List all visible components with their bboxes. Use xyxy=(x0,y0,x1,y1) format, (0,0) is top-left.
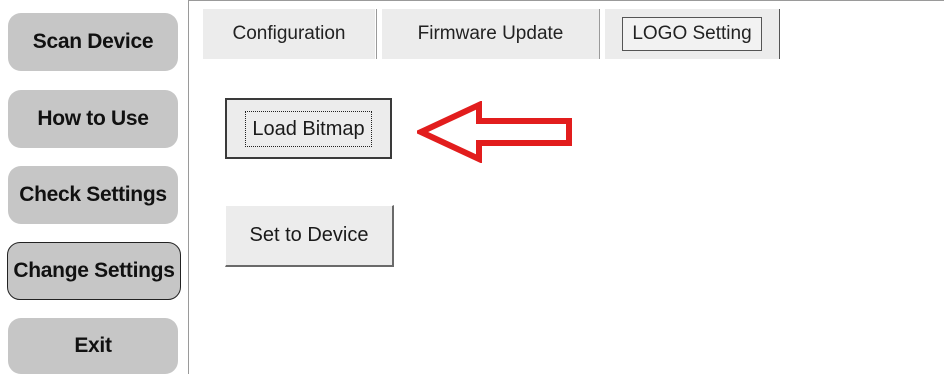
scan-device-label: Scan Device xyxy=(32,30,154,53)
tab-divider xyxy=(779,9,780,59)
exit-button[interactable]: Exit xyxy=(8,318,178,374)
set-to-device-label: Set to Device xyxy=(249,224,369,246)
change-settings-button[interactable]: Change Settings xyxy=(7,242,181,300)
how-to-use-button[interactable]: How to Use xyxy=(8,90,178,148)
tab-divider xyxy=(376,9,377,59)
sidebar: Scan Device How to Use Check Settings Ch… xyxy=(0,0,188,374)
exit-label: Exit xyxy=(74,334,112,357)
set-to-device-button[interactable]: Set to Device xyxy=(225,205,394,267)
tab-firmware-update[interactable]: Firmware Update xyxy=(382,9,599,59)
tab-logo-setting-label: LOGO Setting xyxy=(622,17,762,51)
tab-configuration[interactable]: Configuration xyxy=(203,9,375,59)
arrow-shape xyxy=(417,101,572,163)
left-arrow-icon xyxy=(417,101,572,163)
check-settings-label: Check Settings xyxy=(19,183,167,206)
settings-panel: Configuration Firmware Update LOGO Setti… xyxy=(188,0,944,374)
load-bitmap-label: Load Bitmap xyxy=(245,110,372,147)
change-settings-label: Change Settings xyxy=(13,259,175,282)
tab-configuration-label: Configuration xyxy=(232,23,346,44)
load-bitmap-button[interactable]: Load Bitmap xyxy=(225,98,392,159)
tab-logo-setting[interactable]: LOGO Setting xyxy=(605,9,779,59)
check-settings-button[interactable]: Check Settings xyxy=(8,166,178,224)
tab-divider xyxy=(599,9,600,59)
tab-firmware-update-label: Firmware Update xyxy=(417,23,564,44)
scan-device-button[interactable]: Scan Device xyxy=(8,13,178,71)
how-to-use-label: How to Use xyxy=(37,107,149,130)
